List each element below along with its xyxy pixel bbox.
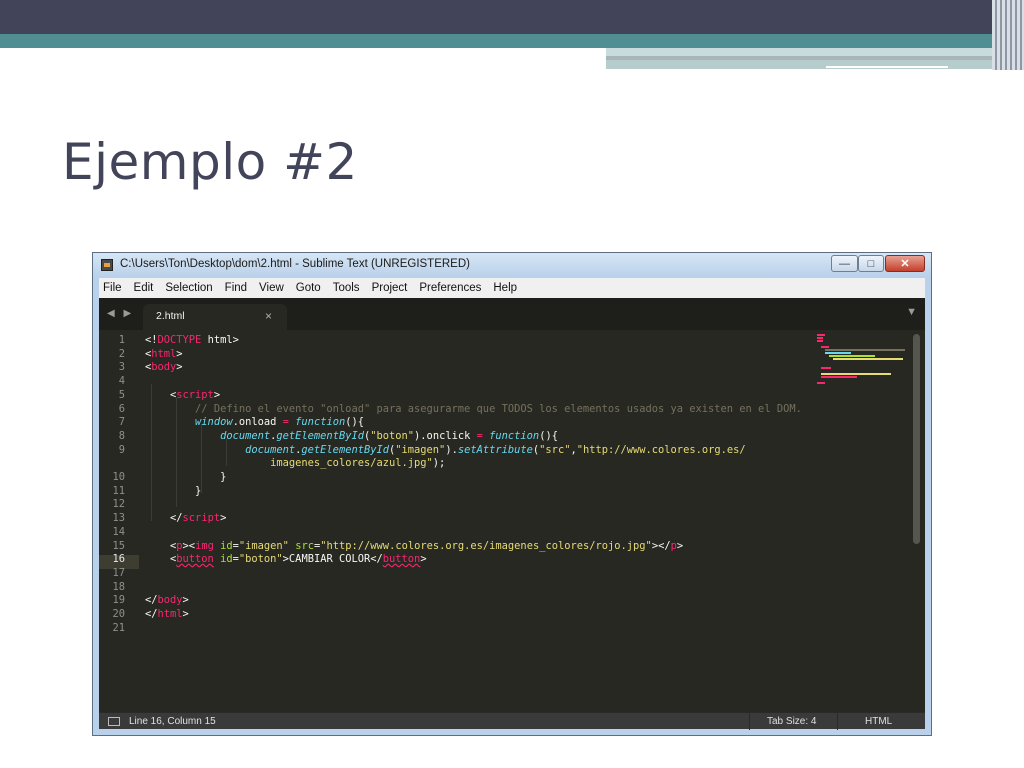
sublime-app-icon <box>101 259 113 271</box>
line-number: 19 <box>112 594 125 607</box>
code-line: document.getElementById("imagen").setAtt… <box>245 443 746 456</box>
code-line: </html> <box>145 608 189 620</box>
syntax-selector[interactable]: HTML <box>865 716 892 727</box>
header-band-light-2 <box>606 60 1024 69</box>
line-number: 11 <box>112 484 125 497</box>
header-band-teal <box>0 34 1024 48</box>
line-number: 8 <box>118 429 125 442</box>
tab-close-icon[interactable]: × <box>265 309 272 323</box>
line-number: 13 <box>112 512 125 525</box>
code-line: // Defino el evento "onload" para asegur… <box>145 402 802 415</box>
code-line: <button id="boton">CAMBIAR COLOR</button… <box>145 553 427 566</box>
tab-bar: ◀ ▶ 2.html × ▼ <box>99 298 925 330</box>
code-line: } <box>145 471 227 483</box>
menu-project[interactable]: Project <box>372 282 408 294</box>
line-number: 14 <box>112 525 125 538</box>
menu-file[interactable]: File <box>103 282 122 294</box>
menu-tools[interactable]: Tools <box>333 282 360 294</box>
menu-selection[interactable]: Selection <box>165 282 212 294</box>
line-number: 6 <box>118 402 125 415</box>
header-band-light <box>606 48 1024 56</box>
code-line: <body> <box>145 361 183 374</box>
minimap[interactable] <box>817 334 911 384</box>
line-number: 18 <box>112 580 125 593</box>
window-titlebar[interactable]: C:\Users\Ton\Desktop\dom\2.html - Sublim… <box>93 253 931 277</box>
tab-nav-arrows-icon[interactable]: ◀ ▶ <box>107 308 134 319</box>
panel-toggle-icon[interactable] <box>108 717 120 726</box>
menu-help[interactable]: Help <box>493 282 517 294</box>
code-line: </script> <box>145 512 227 525</box>
line-number: 7 <box>118 416 125 429</box>
code-line: document.getElementById("boton").onclick… <box>220 429 558 442</box>
editor-pane: ◀ ▶ 2.html × ▼ 1 <!DOCTYPE html> 2 <html> … <box>99 298 925 730</box>
status-divider <box>837 713 838 730</box>
line-number: 21 <box>112 621 125 634</box>
line-number-active: 16 <box>112 553 125 566</box>
line-number: 17 <box>112 566 125 579</box>
line-number: 3 <box>118 361 125 374</box>
sublime-window: C:\Users\Ton\Desktop\dom\2.html - Sublim… <box>92 252 932 736</box>
vertical-scrollbar[interactable] <box>913 334 920 544</box>
slide-title: Ejemplo #2 <box>62 133 358 191</box>
status-bar: Line 16, Column 15 Tab Size: 4 HTML <box>99 712 925 730</box>
header-stripes <box>992 0 1024 70</box>
line-number: 2 <box>118 347 125 360</box>
code-line: <html> <box>145 347 183 360</box>
maximize-button[interactable]: □ <box>858 255 884 272</box>
code-line: <!DOCTYPE html> <box>145 334 239 346</box>
tab-size-selector[interactable]: Tab Size: 4 <box>767 716 816 727</box>
code-line: <p><img id="imagen" src="http://www.colo… <box>145 539 684 552</box>
code-editor[interactable]: 1 <!DOCTYPE html> 2 <html> 3 <body> 4 5 <sc… <box>99 330 925 712</box>
code-line: </body> <box>145 594 189 607</box>
header-band-line <box>826 66 948 68</box>
menu-bar: File Edit Selection Find View Goto Tools… <box>99 278 925 298</box>
line-number: 9 <box>118 443 125 456</box>
line-number: 1 <box>118 334 125 346</box>
code-line: } <box>145 484 202 497</box>
status-divider <box>749 713 750 730</box>
line-number: 10 <box>112 471 125 483</box>
cursor-position: Line 16, Column 15 <box>129 716 216 727</box>
tab-label: 2.html <box>156 310 185 322</box>
code-line: <script> <box>145 388 221 401</box>
tab-2-html[interactable]: 2.html × <box>143 304 287 330</box>
line-number: 15 <box>112 539 125 552</box>
minimize-button[interactable]: — <box>831 255 858 272</box>
code-line: window.onload = function(){ <box>195 416 364 429</box>
menu-preferences[interactable]: Preferences <box>419 282 481 294</box>
menu-find[interactable]: Find <box>225 282 247 294</box>
window-title: C:\Users\Ton\Desktop\dom\2.html - Sublim… <box>120 258 470 270</box>
tab-dropdown-icon[interactable]: ▼ <box>906 306 917 318</box>
code-line: imagenes_colores/azul.jpg"); <box>270 457 446 470</box>
close-button[interactable]: ✕ <box>885 255 925 272</box>
menu-edit[interactable]: Edit <box>134 282 154 294</box>
menu-goto[interactable]: Goto <box>296 282 321 294</box>
header-band-dark <box>0 0 1024 34</box>
line-number: 20 <box>112 608 125 620</box>
line-number: 12 <box>112 498 125 511</box>
line-number: 4 <box>118 375 125 388</box>
menu-view[interactable]: View <box>259 282 284 294</box>
line-number: 5 <box>118 388 125 401</box>
